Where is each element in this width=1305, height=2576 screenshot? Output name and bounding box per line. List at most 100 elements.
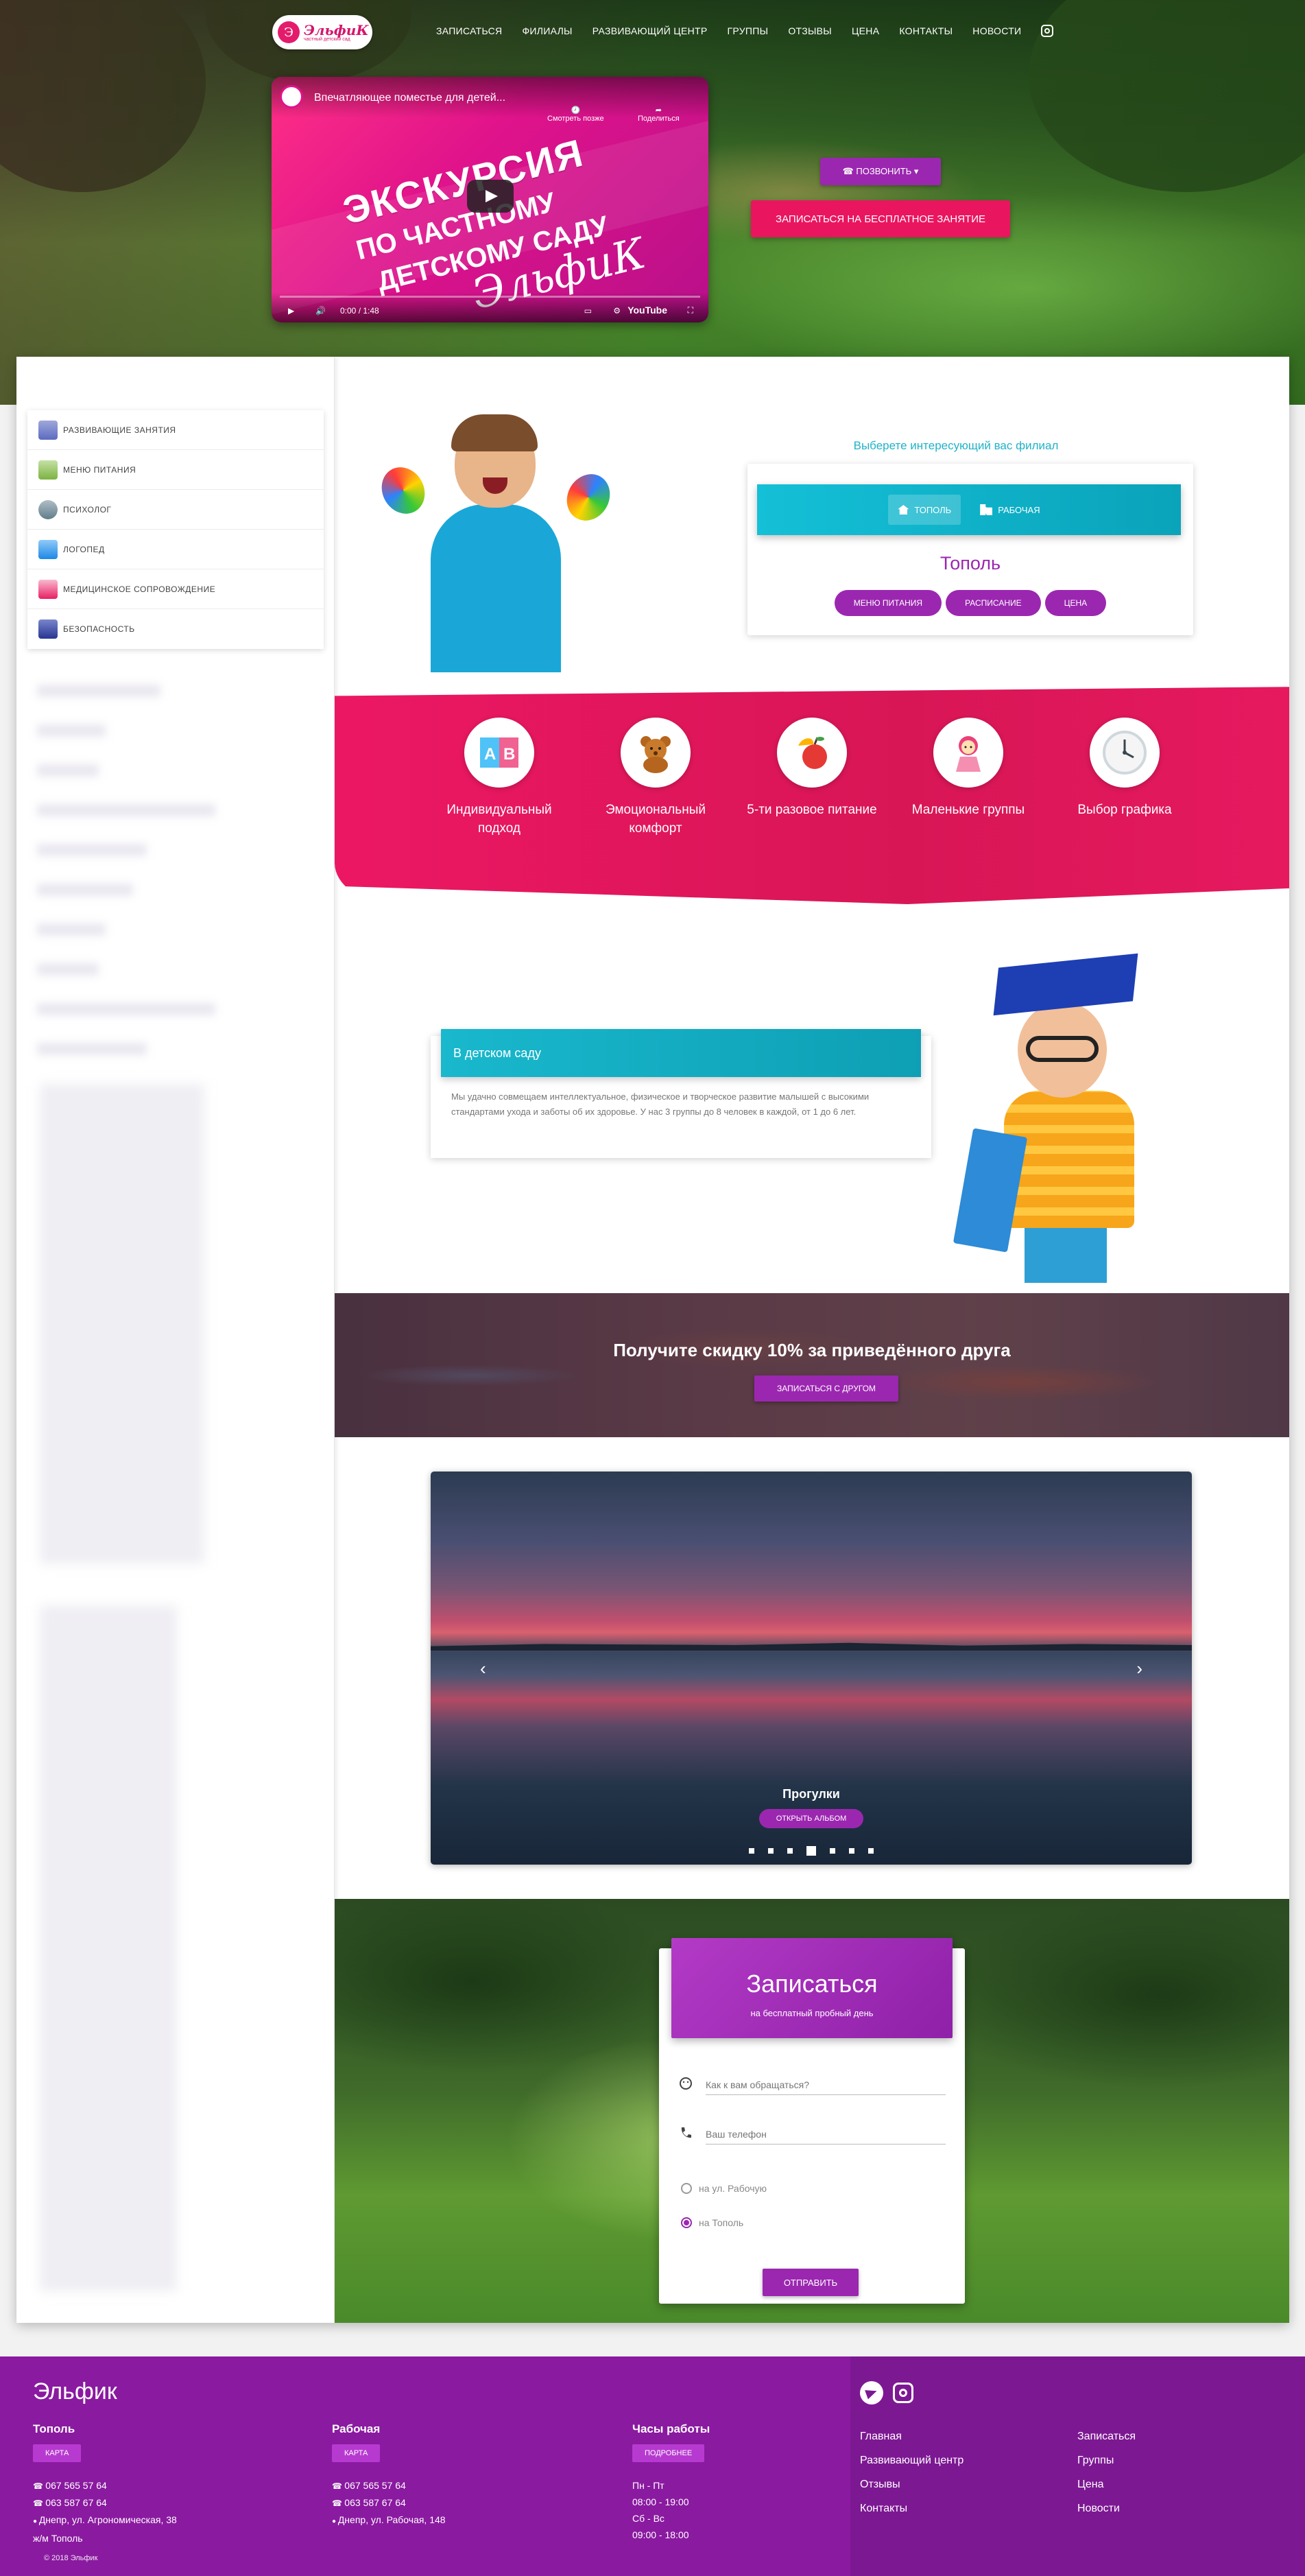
carousel-dot[interactable] — [868, 1848, 874, 1854]
footer-phone[interactable]: 067 565 57 64 — [33, 2477, 307, 2494]
sidebar-item-medical[interactable]: МЕДИЦИНСКОЕ СОПРОВОЖДЕНИЕ — [27, 569, 324, 609]
carousel-dot[interactable] — [787, 1848, 793, 1854]
footer-link-price[interactable]: Цена — [1077, 2479, 1136, 2491]
video-time: 0:00 / 1:48 — [340, 306, 379, 316]
free-lesson-button[interactable]: ЗАПИСАТЬСЯ НА БЕСПЛАТНОЕ ЗАНЯТИЕ — [751, 200, 1010, 237]
doll-icon — [933, 718, 1003, 788]
radio-rabochaya[interactable]: на ул. Рабочую — [681, 2183, 767, 2194]
footer-branch-rabochaya: Рабочая КАРТА 067 565 57 64 063 587 67 6… — [332, 2422, 606, 2530]
nav-groups[interactable]: ГРУППЫ — [728, 25, 769, 36]
nav-contacts[interactable]: КОНТАКТЫ — [899, 25, 953, 36]
sidebar-item-speech-therapist[interactable]: ЛОГОПЕД — [27, 530, 324, 569]
footer-address: Днепр, ул. Рабочая, 148 — [332, 2512, 606, 2530]
play-small-icon[interactable]: ▶ — [288, 306, 294, 316]
footer-phone[interactable]: 063 587 67 64 — [33, 2494, 307, 2512]
sidebar-item-development[interactable]: РАЗВИВАЮЩИЕ ЗАНЯТИЯ — [27, 410, 324, 450]
feature-schedule: Выбор графика — [1056, 718, 1193, 820]
name-input[interactable] — [706, 2075, 946, 2095]
carousel-dot-active[interactable] — [806, 1846, 816, 1856]
channel-avatar[interactable] — [280, 85, 303, 108]
footer-link-news[interactable]: Новости — [1077, 2503, 1136, 2515]
ghost-menu — [37, 804, 215, 816]
discount-text: Получите скидку 10% за приведённого друг… — [613, 1340, 1011, 1360]
sidebar-item-security[interactable]: БЕЗОПАСНОСТЬ — [27, 609, 324, 649]
sidebar-item-label: МЕНЮ ПИТАНИЯ — [63, 464, 136, 475]
map-button[interactable]: КАРТА — [332, 2444, 381, 2462]
nav-signup[interactable]: ЗАПИСАТЬСЯ — [436, 25, 502, 36]
call-button[interactable]: ☎ ПОЗВОНИТЬ ▾ — [820, 158, 941, 185]
tab-topol[interactable]: ТОПОЛЬ — [888, 495, 961, 525]
main-card: РАЗВИВАЮЩИЕ ЗАНЯТИЯ МЕНЮ ПИТАНИЯ ПСИХОЛО… — [16, 357, 1289, 2323]
photo-carousel: ‹ › Прогулки ОТКРЫТЬ АЛЬБОМ — [431, 1472, 1192, 1865]
branch-name: Тополь — [939, 553, 1001, 574]
instagram-icon[interactable] — [1041, 25, 1054, 37]
sidebar-item-label: БЕЗОПАСНОСТЬ — [63, 624, 135, 634]
copyright: © 2018 Эльфик — [44, 2554, 98, 2562]
footer-link-home[interactable]: Главная — [860, 2431, 963, 2443]
carousel-dot[interactable] — [749, 1848, 754, 1854]
instagram-icon[interactable] — [893, 2383, 913, 2403]
carousel-next-icon[interactable]: › — [1136, 1658, 1142, 1679]
footer-link-contacts[interactable]: Контакты — [860, 2503, 963, 2515]
sidebar: РАЗВИВАЮЩИЕ ЗАНЯТИЯ МЕНЮ ПИТАНИЯ ПСИХОЛО… — [16, 357, 335, 2323]
footer-link-groups[interactable]: Группы — [1077, 2455, 1136, 2467]
submit-button[interactable]: ОТПРАВИТЬ — [763, 2269, 859, 2296]
fullscreen-icon[interactable]: ⛶ — [688, 305, 693, 316]
footer-link-reviews[interactable]: Отзывы — [860, 2479, 963, 2491]
play-icon[interactable] — [467, 180, 514, 213]
volume-icon[interactable]: 🔊 — [315, 306, 326, 316]
nav-reviews[interactable]: ОТЗЫВЫ — [788, 25, 832, 36]
feature-label: Эмоциональный комфорт — [606, 803, 706, 836]
price-button[interactable]: ЦЕНА — [1044, 590, 1107, 616]
video-title[interactable]: Впечатляющее поместье для детей... — [314, 92, 505, 104]
tab-label: РАБОЧАЯ — [998, 504, 1040, 515]
ghost-menu — [37, 884, 133, 896]
map-button[interactable]: КАРТА — [33, 2444, 82, 2462]
nav-price[interactable]: ЦЕНА — [852, 25, 879, 36]
schedule-button[interactable]: РАСПИСАНИЕ — [946, 590, 1041, 616]
boy-hair — [451, 414, 538, 451]
nav-news[interactable]: НОВОСТИ — [972, 25, 1021, 36]
share-button[interactable]: ➦ Поделиться — [638, 106, 680, 123]
details-button[interactable]: ПОДРОБНЕЕ — [632, 2444, 705, 2462]
site-logo[interactable]: Э ЭльфиК частный детский сад — [272, 15, 372, 49]
nav-dev-center[interactable]: РАЗВИВАЮЩИЙ ЦЕНТР — [592, 25, 708, 36]
footer-link-signup[interactable]: Записаться — [1077, 2431, 1136, 2443]
video-progress[interactable] — [280, 296, 700, 298]
carousel-prev-icon[interactable]: ‹ — [480, 1658, 486, 1679]
phone-icon — [681, 2127, 691, 2138]
watch-later-button[interactable]: 🕘 Смотреть позже — [547, 106, 604, 123]
boy-book — [953, 1128, 1028, 1253]
carousel-dot[interactable] — [849, 1848, 854, 1854]
radio-topol[interactable]: на Тополь — [681, 2217, 743, 2228]
signup-with-friend-button[interactable]: ЗАПИСАТЬСЯ С ДРУГОМ — [754, 1375, 898, 1402]
signup-form: Записаться на бесплатный пробный день на… — [659, 1938, 965, 2304]
sidebar-item-menu[interactable]: МЕНЮ ПИТАНИЯ — [27, 450, 324, 490]
radio-circle-selected — [681, 2217, 692, 2228]
tab-rabochaya[interactable]: РАБОЧАЯ — [970, 495, 1049, 525]
settings-icon[interactable]: ⚙ — [613, 306, 621, 316]
tab-label: ТОПОЛЬ — [914, 504, 952, 515]
nav-branches[interactable]: ФИЛИАЛЫ — [522, 25, 572, 36]
sidebar-item-psychologist[interactable]: ПСИХОЛОГ — [27, 490, 324, 530]
footer-phone[interactable]: 063 587 67 64 — [332, 2494, 606, 2512]
food-icon — [38, 460, 58, 480]
footer-link-dev-center[interactable]: Развивающий центр — [860, 2455, 963, 2467]
ghost-menu — [37, 764, 99, 777]
footer-phone[interactable]: 067 565 57 64 — [332, 2477, 606, 2494]
open-album-button[interactable]: ОТКРЫТЬ АЛЬБОМ — [759, 1809, 863, 1828]
ghost-menu — [37, 1043, 147, 1055]
telegram-icon[interactable] — [860, 2381, 883, 2404]
carousel-dot[interactable] — [830, 1848, 835, 1854]
subtitles-icon[interactable]: ▭ — [584, 306, 592, 316]
video-player[interactable]: ЭКСКУРСИЯ ПО ЧАСТНОМУ ДЕТСКОМУ САДУ Эльф… — [272, 77, 708, 322]
phone-input[interactable] — [706, 2124, 946, 2144]
face-icon — [680, 2077, 692, 2090]
share-label: Поделиться — [638, 115, 680, 123]
ghost-menu — [37, 685, 160, 697]
carousel-dot[interactable] — [768, 1848, 774, 1854]
ghost-menu — [37, 724, 106, 737]
graduation-cap — [993, 953, 1138, 1016]
youtube-logo[interactable]: YouTube — [627, 305, 667, 316]
menu-button[interactable]: МЕНЮ ПИТАНИЯ — [834, 590, 942, 616]
